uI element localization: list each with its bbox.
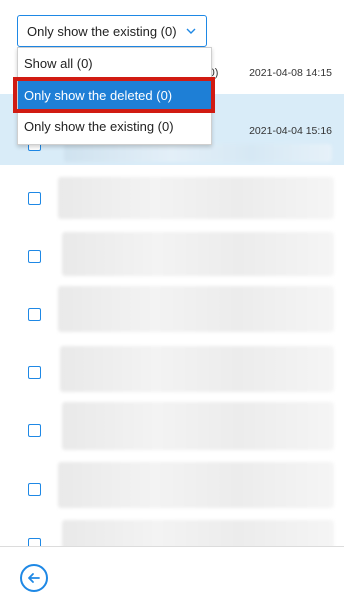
row-checkbox[interactable] [28,192,41,205]
option-only-existing[interactable]: Only show the existing (0) [18,112,211,142]
highlight-box [13,77,215,113]
option-show-all[interactable]: Show all (0) [18,49,211,79]
blurred-content [62,520,334,546]
row-checkbox[interactable] [28,308,41,321]
list-item[interactable] [0,224,344,283]
row-checkbox[interactable] [28,250,41,263]
blurred-content [64,144,332,162]
list-item[interactable] [0,282,344,341]
blurred-content [58,462,334,508]
back-button[interactable] [20,564,48,592]
back-arrow-icon [28,573,40,583]
list-item[interactable] [0,398,344,457]
chevron-down-icon [186,28,196,34]
list-item[interactable] [0,340,344,399]
list-item[interactable] [0,514,344,546]
list-item[interactable] [0,456,344,515]
row-checkbox[interactable] [28,483,41,496]
filter-selected-value: Only show the existing (0) [27,24,177,39]
blurred-content [58,177,334,219]
row-checkbox[interactable] [28,366,41,379]
bottom-bar [0,546,344,601]
blurred-content [60,346,334,392]
list-item[interactable] [0,165,344,225]
list-item-timestamp: 2021-04-08 14:15 [249,67,332,79]
list-item-timestamp: 2021-04-04 15:16 [249,125,332,137]
blurred-content [62,402,334,450]
row-checkbox[interactable] [28,538,41,546]
filter-select[interactable]: Only show the existing (0) [17,15,207,47]
blurred-content [62,232,334,276]
blurred-content [58,286,334,332]
row-checkbox[interactable] [28,424,41,437]
top-bar: Only show the existing (0) [0,0,344,52]
